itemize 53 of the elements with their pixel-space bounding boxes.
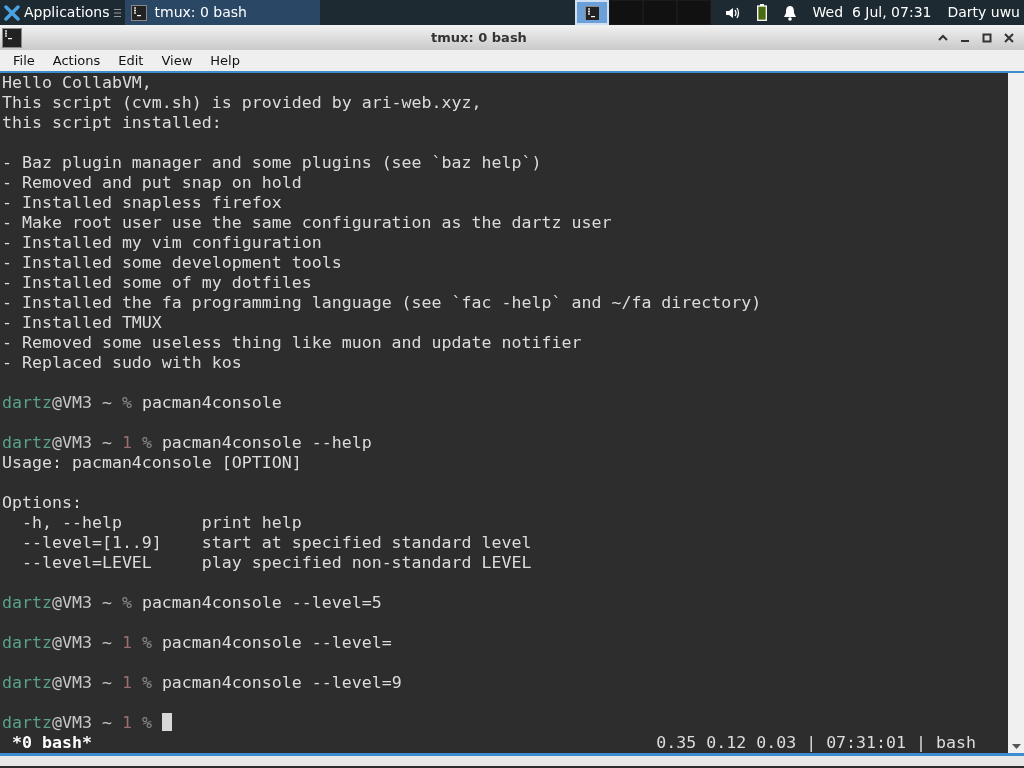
scrollbar[interactable]: [1008, 73, 1024, 753]
output-text: - Installed some of my dotfiles: [2, 273, 312, 292]
command-text: pacman4console --level=5: [141, 593, 382, 612]
battery-icon[interactable]: [756, 4, 767, 21]
user-name[interactable]: Darty uwu: [947, 2, 1020, 23]
clock[interactable]: Wed 6 Jul, 07:31: [812, 2, 932, 23]
menu-item[interactable]: File: [4, 50, 44, 71]
menu-item[interactable]: Actions: [43, 50, 110, 71]
output-text: - Installed the fa programming language (see `fac -help` and ~/fa directory): [2, 293, 762, 312]
output-text: - Installed some development tools: [2, 253, 342, 272]
output-text: - Removed some useless thing like muon and update notifier: [2, 333, 582, 352]
command-text: pacman4console --level=9: [161, 673, 402, 692]
output-text: --level=[1..9] start at specified standard level: [20, 533, 532, 552]
close-button[interactable]: [1002, 30, 1016, 45]
taskbar-button[interactable]: tmux: 0 bash: [124, 0, 320, 25]
menu-item[interactable]: Edit: [109, 50, 153, 71]
output-text: Hello CollabVM,: [2, 73, 152, 92]
shell-prompt: dartz@VM3 ~ %: [2, 393, 132, 412]
terminal-icon[interactable]: [2, 27, 22, 48]
menu-item[interactable]: Help: [201, 50, 249, 71]
terminal-icon: [584, 5, 599, 20]
shell-prompt: dartz@VM3 ~ 1 %: [2, 433, 152, 452]
shell-prompt: dartz@VM3 ~ %: [2, 593, 132, 612]
output-text: - Replaced sudo with kos: [2, 353, 242, 372]
command-text: pacman4console --help: [161, 433, 372, 452]
output-text: - Installed snapless firefox: [2, 193, 282, 212]
applications-menu-button[interactable]: Applications: [0, 0, 125, 25]
output-text: Usage: pacman4console [OPTION]: [2, 453, 302, 472]
output-text: - Installed TMUX: [2, 313, 162, 332]
output-text: - Make root user use the same configuration as the dartz user: [2, 213, 612, 232]
menu-icon: [113, 7, 121, 18]
command-text: pacman4console: [141, 393, 282, 412]
shell-prompt: dartz@VM3 ~ 1 %: [2, 633, 152, 652]
scroll-down-arrow-icon[interactable]: [1012, 744, 1021, 749]
output-text: Options:: [2, 493, 82, 512]
menu-item[interactable]: View: [152, 50, 202, 71]
shell-prompt: dartz@VM3 ~ 1 %: [2, 673, 152, 692]
output-text: - Installed my vim configuration: [2, 233, 322, 252]
command-text: pacman4console --level=: [161, 633, 392, 652]
terminal-icon: [130, 4, 147, 21]
output-text: --level=LEVEL play specified non-standard LEVEL: [20, 553, 532, 572]
volume-icon[interactable]: [724, 5, 741, 20]
workspace-button[interactable]: [608, 0, 643, 25]
output-text: - Removed and put snap on hold: [2, 173, 302, 192]
output-text: - Baz plugin manager and some plugins (see `baz help`): [2, 153, 542, 172]
output-text: This script (cvm.sh) is provided by ari-web.xyz,: [2, 93, 482, 112]
status-info: 0.35 0.12 0.03 | 07:31:01 | bash: [656, 733, 976, 753]
tmux-window-tab[interactable]: *0 bash*: [12, 733, 92, 753]
output-text: this script installed:: [2, 113, 222, 132]
bell-icon[interactable]: [782, 4, 797, 21]
shell-prompt: dartz@VM3 ~ 1 %: [2, 713, 152, 732]
window-title: tmux: 0 bash: [431, 28, 527, 47]
output-text: -h, --help print help: [20, 513, 302, 532]
